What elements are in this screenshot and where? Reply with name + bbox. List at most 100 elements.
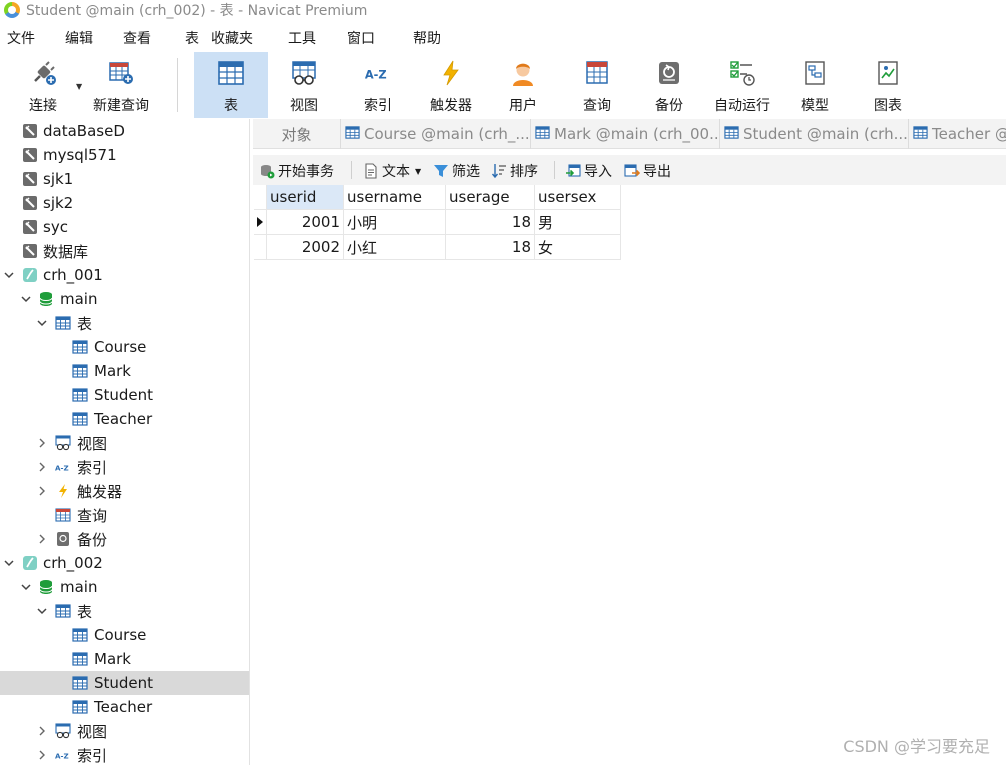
tree-table-mark[interactable]: Mark: [0, 647, 249, 671]
chevron-right-icon[interactable]: [36, 533, 48, 545]
cell-userid[interactable]: 2002: [267, 235, 344, 260]
tree-connection-crh-001[interactable]: crh_001: [0, 263, 249, 287]
tree-label: Course: [94, 626, 147, 644]
chevron-down-icon[interactable]: [3, 269, 15, 281]
tab-student[interactable]: Student @main (crh...: [720, 119, 909, 149]
cell-username[interactable]: 小明: [344, 210, 446, 235]
tree-label: Teacher: [94, 410, 153, 428]
menu-window[interactable]: 窗口: [347, 28, 375, 48]
tree-table-course[interactable]: Course: [0, 335, 249, 359]
current-row-pointer-icon[interactable]: [254, 210, 267, 235]
tree-folder-index[interactable]: A-Z 索引: [0, 743, 249, 765]
menu-view[interactable]: 查看: [123, 28, 151, 48]
table-row[interactable]: 2002 小红 18 女: [254, 235, 621, 260]
export-button[interactable]: 导出: [624, 161, 671, 181]
trigger-button[interactable]: 触发器: [422, 52, 480, 118]
cell-username[interactable]: 小红: [344, 235, 446, 260]
tree-connection-database[interactable]: 数据库: [0, 239, 249, 263]
menu-help[interactable]: 帮助: [413, 28, 441, 48]
menu-table[interactable]: 表: [185, 28, 199, 48]
tree-folder-views[interactable]: 视图: [0, 719, 249, 743]
tree-folder-tables[interactable]: 表: [0, 311, 249, 335]
tree-connection-mysql571[interactable]: mysql571: [0, 143, 249, 167]
menu-file[interactable]: 文件: [7, 28, 35, 48]
tree-folder-backups[interactable]: 备份: [0, 527, 249, 551]
tree-table-student[interactable]: Student: [0, 383, 249, 407]
menu-tools[interactable]: 工具: [288, 28, 316, 48]
automation-button[interactable]: 自动运行: [710, 52, 774, 118]
cell-userage[interactable]: 18: [446, 210, 535, 235]
model-button[interactable]: 模型: [790, 52, 840, 118]
tab-mark[interactable]: Mark @main (crh_00...: [531, 119, 720, 149]
tree-folder-index[interactable]: A-Z 索引: [0, 455, 249, 479]
user-button[interactable]: 用户: [496, 52, 550, 118]
tree-connection-sjk1[interactable]: sjk1: [0, 167, 249, 191]
tree-connection-crh-002[interactable]: crh_002: [0, 551, 249, 575]
tree-table-student-selected[interactable]: Student: [0, 671, 249, 695]
cell-userid[interactable]: 2001: [267, 210, 344, 235]
chevron-right-icon[interactable]: [36, 437, 48, 449]
model-icon: [801, 59, 829, 87]
table-row[interactable]: 2001 小明 18 男: [254, 210, 621, 235]
column-header-userage[interactable]: userage: [446, 185, 535, 210]
chevron-right-icon[interactable]: [36, 485, 48, 497]
cell-usersex[interactable]: 女: [535, 235, 621, 260]
column-header-username[interactable]: username: [344, 185, 446, 210]
chevron-down-icon[interactable]: [20, 581, 32, 593]
column-header-userid[interactable]: userid: [267, 185, 344, 210]
cell-usersex[interactable]: 男: [535, 210, 621, 235]
chevron-down-icon[interactable]: [36, 317, 48, 329]
tree-table-teacher[interactable]: Teacher: [0, 407, 249, 431]
table-icon: [913, 125, 928, 144]
text-view-button[interactable]: 文本 ▼: [363, 161, 421, 181]
tab-objects[interactable]: 对象: [253, 119, 341, 149]
view-button[interactable]: 视图: [276, 52, 332, 118]
tab-course[interactable]: Course @main (crh_...: [341, 119, 531, 149]
filter-button[interactable]: 筛选: [433, 161, 480, 181]
chevron-down-icon[interactable]: ▼: [415, 167, 421, 176]
index-button[interactable]: A-Z 索引: [350, 52, 406, 118]
index-label: 索引: [364, 98, 392, 114]
chart-button[interactable]: 图表: [862, 52, 914, 118]
tree-table-mark[interactable]: Mark: [0, 359, 249, 383]
svg-text:A-Z: A-Z: [55, 752, 69, 761]
sort-button[interactable]: 排序: [491, 161, 538, 181]
chevron-down-icon[interactable]: [3, 557, 15, 569]
tree-folder-queries[interactable]: 查询: [0, 503, 249, 527]
menu-edit[interactable]: 编辑: [65, 28, 93, 48]
tree-schema-main[interactable]: main: [0, 575, 249, 599]
backup-button[interactable]: 备份: [642, 52, 696, 118]
row-header[interactable]: [254, 235, 267, 260]
new-query-button[interactable]: 新建查询: [88, 52, 154, 118]
tree-folder-tables[interactable]: 表: [0, 599, 249, 623]
chart-icon: [874, 59, 902, 87]
tree-table-course[interactable]: Course: [0, 623, 249, 647]
tree-table-teacher[interactable]: Teacher: [0, 695, 249, 719]
tree-connection-databased[interactable]: dataBaseD: [0, 119, 249, 143]
connect-dropdown-icon[interactable]: ▼: [76, 82, 82, 91]
tree-folder-views[interactable]: 视图: [0, 431, 249, 455]
column-header-usersex[interactable]: usersex: [535, 185, 621, 210]
tree-label: mysql571: [43, 146, 117, 164]
chevron-down-icon[interactable]: [36, 605, 48, 617]
tree-schema-main[interactable]: main: [0, 287, 249, 311]
tree-folder-triggers[interactable]: 触发器: [0, 479, 249, 503]
chevron-right-icon[interactable]: [36, 749, 48, 761]
filter-icon: [434, 165, 448, 177]
grid-toolbar: 开始事务 文本 ▼ 筛选 排序 导入 导出: [253, 155, 1006, 185]
chevron-right-icon[interactable]: [36, 725, 48, 737]
chevron-right-icon[interactable]: [36, 461, 48, 473]
import-button[interactable]: 导入: [565, 161, 612, 181]
begin-transaction-button[interactable]: 开始事务: [259, 161, 334, 181]
menu-favorites[interactable]: 收藏夹: [211, 28, 253, 48]
tree-connection-sjk2[interactable]: sjk2: [0, 191, 249, 215]
tab-teacher[interactable]: Teacher @: [909, 119, 1006, 149]
cell-userage[interactable]: 18: [446, 235, 535, 260]
table-button[interactable]: 表: [194, 52, 268, 118]
connect-button[interactable]: 连接: [14, 52, 72, 118]
text-document-icon: [365, 163, 377, 179]
query-button[interactable]: 查询: [570, 52, 624, 118]
chevron-down-icon[interactable]: [20, 293, 32, 305]
tree-connection-syc[interactable]: syc: [0, 215, 249, 239]
view-icon: [55, 723, 71, 739]
